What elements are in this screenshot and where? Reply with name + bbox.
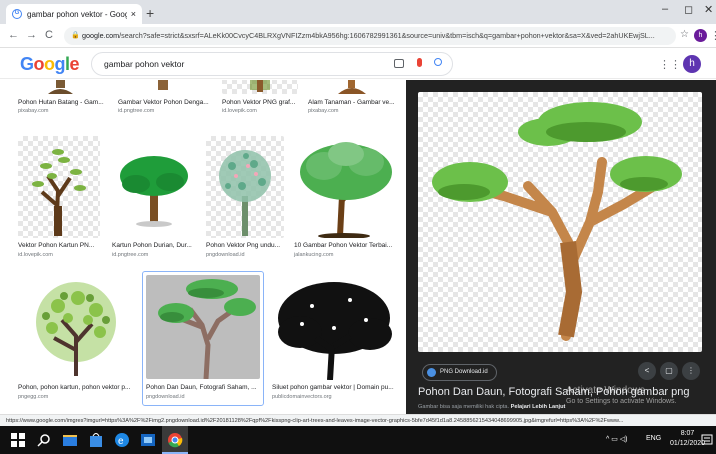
search-icon[interactable] xyxy=(434,58,442,66)
url-path: /search?safe=strict&sxsrf=ALeKk00CvcyC4B… xyxy=(119,31,655,40)
preview-title[interactable]: Pohon Dan Daun, Fotografi Saham, Pohon g… xyxy=(418,386,690,398)
mail-app-icon[interactable] xyxy=(140,432,156,448)
image-result-selected[interactable]: Pohon Dan Daun, Fotografi Saham, ... png… xyxy=(142,271,264,406)
image-result[interactable]: 10 Gambar Pohon Vektor Terbai... jalanku… xyxy=(294,136,396,264)
chrome-icon xyxy=(168,433,183,448)
save-collection-icon[interactable]: ▢ xyxy=(660,362,678,380)
result-source: id.lovepik.com xyxy=(18,252,53,258)
result-title: Siluet pohon gambar vektor | Domain pu..… xyxy=(272,384,394,391)
browser-menu-icon[interactable]: ⋮ xyxy=(710,29,716,42)
result-title: Gambar Vektor Pohon Denga... xyxy=(118,99,209,106)
chrome-taskbar-button[interactable] xyxy=(162,426,188,454)
image-result[interactable]: Alam Tanaman - Gambar ve... pixabay.com xyxy=(308,80,396,120)
image-result[interactable]: Pohon Hutan Batang - Gam... pixabay.com xyxy=(18,80,104,120)
result-title: Pohon Hutan Batang - Gam... xyxy=(18,99,104,106)
preview-image[interactable] xyxy=(418,92,702,352)
search-icon[interactable] xyxy=(36,432,52,448)
result-source: pngegg.com xyxy=(18,394,49,400)
image-result[interactable]: Kartun Pohon Durian, Dur... id.pngtree.c… xyxy=(112,136,194,264)
result-title: Vektor Pohon Kartun PN... xyxy=(18,242,95,249)
notifications-icon[interactable] xyxy=(700,432,716,448)
close-window-button[interactable]: ✕ xyxy=(704,3,713,16)
system-tray-icons[interactable]: ^ ▭ ◁) xyxy=(606,435,628,443)
activate-windows-hint: Go to Settings to activate Windows. xyxy=(566,398,677,405)
result-thumbnail xyxy=(206,136,284,238)
image-result[interactable]: Vektor Pohon Kartun PN... id.lovepik.com xyxy=(18,136,100,264)
image-result[interactable]: Pohon, pohon kartun, pohon vektor p... p… xyxy=(18,276,134,406)
result-source: pixabay.com xyxy=(308,108,339,114)
image-result[interactable]: Siluet pohon gambar vektor | Domain pu..… xyxy=(272,276,396,406)
result-title: Pohon, pohon kartun, pohon vektor p... xyxy=(18,384,131,391)
google-logo[interactable]: Google xyxy=(20,54,80,75)
url-host: google.com xyxy=(82,31,120,40)
browser-toolbar: ← → C 🔒 google.com/search?safe=strict&sx… xyxy=(0,24,716,48)
source-site-chip[interactable]: PNG Download.id xyxy=(422,364,497,381)
camera-search-icon[interactable] xyxy=(394,59,404,68)
search-query: gambar pohon vektor xyxy=(104,59,185,69)
result-source: pixabay.com xyxy=(18,108,49,114)
result-source: id.pngtree.com xyxy=(118,108,155,114)
result-thumbnail xyxy=(308,80,396,94)
result-source: publicdomainvectors.org xyxy=(272,394,332,400)
result-thumbnail xyxy=(18,136,100,238)
source-site-name: PNG Download.id xyxy=(440,369,488,375)
image-result[interactable]: Pohon Vektor Png undu... pngdownload.id xyxy=(206,136,284,264)
learn-more-link[interactable]: Pelajari Lebih Lanjut xyxy=(511,404,566,410)
maximize-button[interactable]: ◻ xyxy=(684,3,693,16)
bookmark-star-icon[interactable]: ☆ xyxy=(680,29,689,40)
forward-arrow-icon[interactable]: → xyxy=(26,29,37,41)
more-options-icon[interactable]: ⋮ xyxy=(682,362,700,380)
result-thumbnail xyxy=(18,80,104,94)
windows-start-icon[interactable] xyxy=(10,432,26,448)
account-avatar[interactable]: h xyxy=(683,55,701,73)
result-thumbnail xyxy=(146,275,260,379)
result-thumbnail xyxy=(112,136,194,238)
result-thumbnail xyxy=(118,80,210,94)
tab-close-icon[interactable]: × xyxy=(131,9,136,19)
activate-windows-watermark: Activate Windows xyxy=(566,385,645,396)
address-bar[interactable]: 🔒 google.com/search?safe=strict&sxsrf=AL… xyxy=(64,27,676,45)
copyright-notice: Gambar bisa saja memiliki hak cipta. Pel… xyxy=(418,404,566,410)
image-result[interactable]: Pohon Vektor PNG graf... id.lovepik.com xyxy=(222,80,298,120)
browser-profile-avatar[interactable]: h xyxy=(694,29,707,42)
result-source: id.pngtree.com xyxy=(112,252,149,258)
reload-icon[interactable]: C xyxy=(45,29,53,41)
result-thumbnail xyxy=(222,80,298,94)
site-favicon-icon xyxy=(427,368,436,377)
edge-browser-icon[interactable]: e xyxy=(114,432,130,448)
lock-icon: 🔒 xyxy=(71,32,80,39)
store-icon[interactable] xyxy=(88,432,104,448)
search-input[interactable]: gambar pohon vektor xyxy=(91,52,453,76)
result-source: jalankucing.com xyxy=(294,252,334,258)
microphone-icon[interactable] xyxy=(417,58,422,67)
result-source: id.lovepik.com xyxy=(222,108,257,114)
result-thumbnail xyxy=(272,276,396,380)
result-title: Pohon Vektor Png undu... xyxy=(206,242,281,249)
image-preview-panel: ✕ ‹ › PNG Download.id < ▢ ⋮ Pohon Dan Da… xyxy=(406,80,716,414)
file-explorer-icon[interactable] xyxy=(62,432,78,448)
back-arrow-icon[interactable]: ← xyxy=(8,29,19,41)
google-favicon-icon: G xyxy=(12,9,22,19)
result-title: Pohon Vektor PNG graf... xyxy=(222,99,296,106)
result-source: pngdownload.id xyxy=(206,252,245,258)
link-status-bar: https://www.google.com/imgres?imgurl=htt… xyxy=(0,414,716,426)
language-indicator[interactable]: ENG xyxy=(646,435,661,442)
result-title: Kartun Pohon Durian, Dur... xyxy=(112,242,192,249)
new-tab-button[interactable]: + xyxy=(146,5,154,21)
result-title: Alam Tanaman - Gambar ve... xyxy=(308,99,395,106)
minimize-button[interactable]: – xyxy=(662,3,668,15)
browser-tab-bar: G gambar pohon vektor - Google I × + – ◻… xyxy=(0,0,716,24)
result-thumbnail xyxy=(294,136,396,238)
result-title: Pohon Dan Daun, Fotografi Saham, ... xyxy=(146,384,257,391)
svg-text:e: e xyxy=(118,436,124,447)
result-thumbnail xyxy=(18,276,134,380)
result-title: 10 Gambar Pohon Vektor Terbai... xyxy=(294,242,393,249)
result-source: pngdownload.id xyxy=(146,394,185,400)
share-icon[interactable]: < xyxy=(638,362,656,380)
google-header: Google gambar pohon vektor ⋮⋮⋮ h xyxy=(0,49,716,79)
windows-taskbar: e ^ ▭ ◁) ENG 8:07 01/12/2020 xyxy=(0,426,716,454)
image-result[interactable]: Gambar Vektor Pohon Denga... id.pngtree.… xyxy=(118,80,210,120)
tab-google-search[interactable]: G gambar pohon vektor - Google I × xyxy=(6,4,142,24)
tab-title: gambar pohon vektor - Google I xyxy=(27,9,127,19)
